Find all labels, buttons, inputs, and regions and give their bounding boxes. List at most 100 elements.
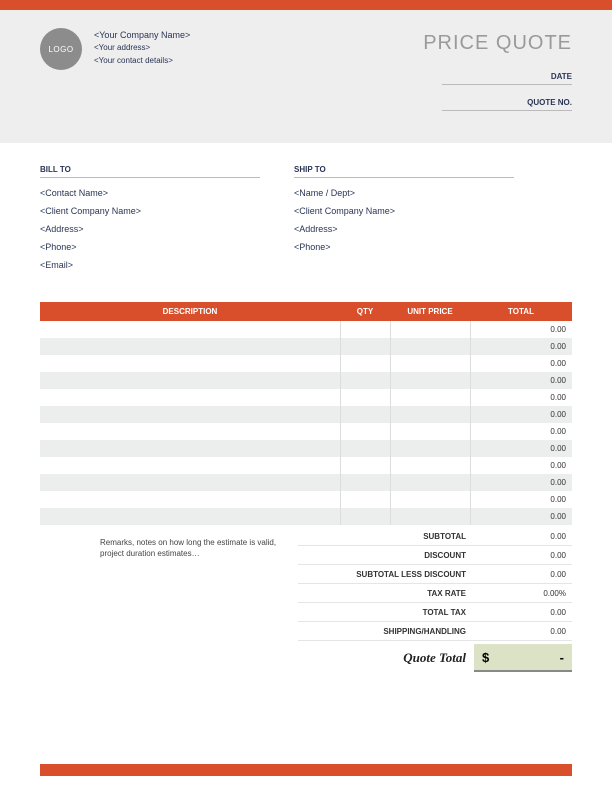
col-total: TOTAL: [470, 302, 572, 321]
logo-placeholder: LOGO: [40, 28, 82, 70]
cell-total: 0.00: [470, 423, 572, 440]
cell-qty: [340, 355, 390, 372]
ship-to-line: <Client Company Name>: [294, 202, 514, 220]
table-row: 0.00: [40, 491, 572, 508]
cell-total: 0.00: [470, 321, 572, 338]
bill-to-line: <Address>: [40, 220, 260, 238]
table-row: 0.00: [40, 321, 572, 338]
cell-price: [390, 440, 470, 457]
cell-qty: [340, 372, 390, 389]
total-value: 0.00%: [474, 589, 572, 598]
company-address: <Your address>: [94, 42, 190, 55]
total-label: DISCOUNT: [298, 551, 474, 560]
total-row: SUBTOTAL0.00: [298, 527, 572, 546]
total-label: SHIPPING/HANDLING: [298, 627, 474, 636]
total-label: SUBTOTAL: [298, 532, 474, 541]
cell-desc: [40, 423, 340, 440]
table-row: 0.00: [40, 372, 572, 389]
below-table: Remarks, notes on how long the estimate …: [40, 527, 572, 672]
cell-price: [390, 491, 470, 508]
cell-desc: [40, 355, 340, 372]
cell-qty: [340, 474, 390, 491]
cell-price: [390, 474, 470, 491]
ship-to-line: <Address>: [294, 220, 514, 238]
bill-to-block: BILL TO <Contact Name> <Client Company N…: [40, 165, 260, 274]
total-label: TAX RATE: [298, 589, 474, 598]
cell-desc: [40, 474, 340, 491]
table-row: 0.00: [40, 389, 572, 406]
cell-price: [390, 406, 470, 423]
bill-to-line: <Email>: [40, 256, 260, 274]
col-qty: QTY: [340, 302, 390, 321]
header: LOGO <Your Company Name> <Your address> …: [0, 10, 612, 143]
cell-qty: [340, 338, 390, 355]
remarks-text: Remarks, notes on how long the estimate …: [40, 527, 290, 672]
company-info: <Your Company Name> <Your address> <Your…: [94, 28, 190, 68]
cell-qty: [340, 423, 390, 440]
cell-total: 0.00: [470, 338, 572, 355]
cell-desc: [40, 372, 340, 389]
cell-price: [390, 355, 470, 372]
grand-total-label: Quote Total: [298, 650, 474, 666]
line-items-table: DESCRIPTION QTY UNIT PRICE TOTAL 0.000.0…: [40, 302, 572, 525]
bottom-accent-bar: [40, 764, 572, 776]
col-description: DESCRIPTION: [40, 302, 340, 321]
cell-desc: [40, 321, 340, 338]
cell-desc: [40, 457, 340, 474]
cell-total: 0.00: [470, 491, 572, 508]
table-row: 0.00: [40, 338, 572, 355]
cell-price: [390, 423, 470, 440]
cell-total: 0.00: [470, 406, 572, 423]
grand-total-amount: -: [560, 650, 564, 665]
table-row: 0.00: [40, 508, 572, 525]
total-value: 0.00: [474, 608, 572, 617]
cell-total: 0.00: [470, 457, 572, 474]
cell-price: [390, 508, 470, 525]
grand-total-value: $ -: [474, 644, 572, 672]
total-value: 0.00: [474, 570, 572, 579]
cell-total: 0.00: [470, 474, 572, 491]
top-accent-bar: [0, 0, 612, 10]
cell-qty: [340, 406, 390, 423]
cell-price: [390, 389, 470, 406]
grand-total-row: Quote Total $ -: [298, 644, 572, 672]
table-row: 0.00: [40, 355, 572, 372]
table-row: 0.00: [40, 423, 572, 440]
table-row: 0.00: [40, 474, 572, 491]
table-row: 0.00: [40, 440, 572, 457]
cell-qty: [340, 508, 390, 525]
total-value: 0.00: [474, 551, 572, 560]
cell-price: [390, 372, 470, 389]
bill-to-line: <Contact Name>: [40, 184, 260, 202]
total-row: DISCOUNT0.00: [298, 546, 572, 565]
table-row: 0.00: [40, 406, 572, 423]
total-row: SUBTOTAL LESS DISCOUNT0.00: [298, 565, 572, 584]
cell-desc: [40, 389, 340, 406]
company-name: <Your Company Name>: [94, 28, 190, 42]
table-row: 0.00: [40, 457, 572, 474]
total-label: TOTAL TAX: [298, 608, 474, 617]
total-row: SHIPPING/HANDLING0.00: [298, 622, 572, 641]
cell-desc: [40, 406, 340, 423]
currency-symbol: $: [482, 650, 489, 665]
cell-qty: [340, 440, 390, 457]
cell-total: 0.00: [470, 508, 572, 525]
ship-to-heading: SHIP TO: [294, 165, 514, 178]
cell-total: 0.00: [470, 389, 572, 406]
cell-desc: [40, 508, 340, 525]
total-row: TOTAL TAX0.00: [298, 603, 572, 622]
total-value: 0.00: [474, 627, 572, 636]
date-field: DATE: [442, 69, 572, 85]
bill-to-line: <Client Company Name>: [40, 202, 260, 220]
cell-qty: [340, 491, 390, 508]
col-unit-price: UNIT PRICE: [390, 302, 470, 321]
address-section: BILL TO <Contact Name> <Client Company N…: [40, 165, 572, 274]
ship-to-line: <Phone>: [294, 238, 514, 256]
totals-block: SUBTOTAL0.00DISCOUNT0.00SUBTOTAL LESS DI…: [298, 527, 572, 672]
quote-no-field: QUOTE NO.: [442, 95, 572, 111]
ship-to-block: SHIP TO <Name / Dept> <Client Company Na…: [294, 165, 514, 274]
total-value: 0.00: [474, 532, 572, 541]
cell-desc: [40, 440, 340, 457]
document-title: PRICE QUOTE: [423, 32, 572, 55]
ship-to-line: <Name / Dept>: [294, 184, 514, 202]
